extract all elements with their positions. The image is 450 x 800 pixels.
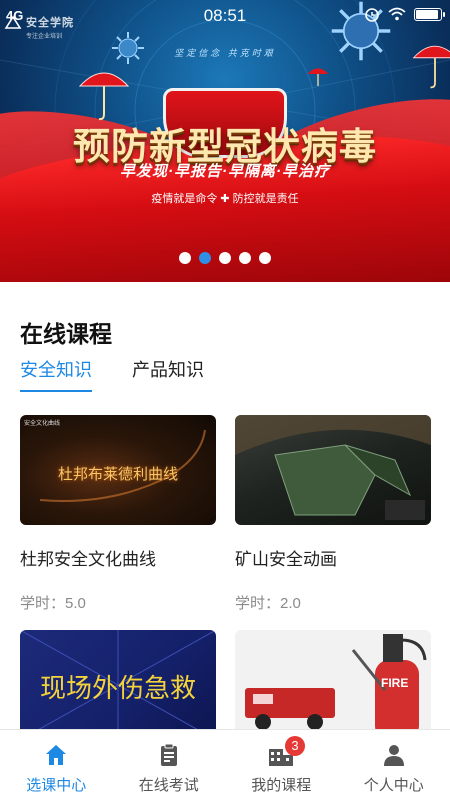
- course-thumbnail[interactable]: FIRE: [235, 630, 431, 740]
- carousel-dot[interactable]: [219, 252, 231, 264]
- banner-slogan: 坚定信念 共克时艰: [174, 48, 276, 58]
- carousel-indicator: [0, 252, 450, 264]
- carousel-dot[interactable]: [199, 252, 211, 264]
- umbrella-icon: [412, 45, 450, 89]
- person-icon: [381, 742, 407, 768]
- course-hours: 学时：5.0: [20, 595, 86, 612]
- thumbnail-text: 杜邦布莱德利曲线: [57, 466, 178, 483]
- carousel-dot[interactable]: [179, 252, 191, 264]
- nav-label: 选课中心: [26, 777, 87, 794]
- nav-online-exam[interactable]: 在线考试: [113, 730, 226, 800]
- carousel-dot[interactable]: [259, 252, 271, 264]
- course-title: 杜邦安全文化曲线: [20, 550, 156, 569]
- banner-motto: 疫情就是命令 ✚ 防控就是责任: [151, 193, 299, 205]
- notification-badge: 3: [285, 736, 305, 756]
- status-icons: [364, 6, 445, 22]
- nav-label: 在线考试: [138, 777, 199, 794]
- tab-safety-knowledge[interactable]: 安全知识: [20, 356, 92, 392]
- course-thumbnail[interactable]: [235, 415, 431, 525]
- banner-tagline: 早发现·早报告·早隔离·早治疗: [120, 163, 330, 180]
- logo-subtitle: 专注企业培训: [26, 34, 63, 40]
- nav-my-courses[interactable]: 3 我的课程: [225, 730, 338, 800]
- carousel-dot[interactable]: [239, 252, 251, 264]
- nav-course-center[interactable]: 选课中心: [0, 730, 113, 800]
- battery-icon: [414, 7, 445, 21]
- course-card[interactable]: 现场外伤急救: [20, 630, 216, 740]
- wifi-icon: [388, 7, 406, 21]
- course-thumbnail[interactable]: 现场外伤急救: [20, 630, 216, 740]
- nav-label: 个人中心: [363, 777, 424, 794]
- thumbnail-text: FIRE: [381, 676, 409, 690]
- course-title: 矿山安全动画: [235, 550, 337, 569]
- bottom-navigation: 选课中心 在线考试 3 我的课程 个人中心: [0, 729, 450, 800]
- section-title: 在线课程: [20, 321, 112, 347]
- course-tabs: 安全知识 产品知识: [20, 356, 204, 392]
- status-bar: 4G 08:51: [0, 0, 450, 30]
- course-card[interactable]: FIRE: [235, 630, 431, 740]
- course-card[interactable]: 矿山安全动画 学时：2.0: [235, 415, 431, 613]
- nav-label: 我的课程: [251, 777, 312, 794]
- mine-scene-graphic: [235, 415, 431, 520]
- course-hours: 学时：2.0: [235, 595, 301, 612]
- tab-product-knowledge[interactable]: 产品知识: [132, 356, 204, 392]
- clipboard-icon: [156, 742, 182, 768]
- umbrella-icon: [78, 72, 130, 121]
- thumbnail-text: 现场外伤急救: [39, 673, 196, 703]
- nav-personal-center[interactable]: 个人中心: [338, 730, 450, 800]
- umbrella-icon: [307, 68, 329, 86]
- promo-banner[interactable]: 坚定信念 共克时艰 预防新型冠状病毒 早发现·早报告·早隔离·早治疗 疫情就是命…: [0, 0, 450, 282]
- alarm-icon: [365, 8, 379, 22]
- course-card[interactable]: 安全文化曲线 杜邦布莱德利曲线 杜邦安全文化曲线 学时：5.0: [20, 415, 216, 613]
- home-icon: [43, 742, 69, 768]
- course-thumbnail[interactable]: 安全文化曲线 杜邦布莱德利曲线: [20, 415, 216, 525]
